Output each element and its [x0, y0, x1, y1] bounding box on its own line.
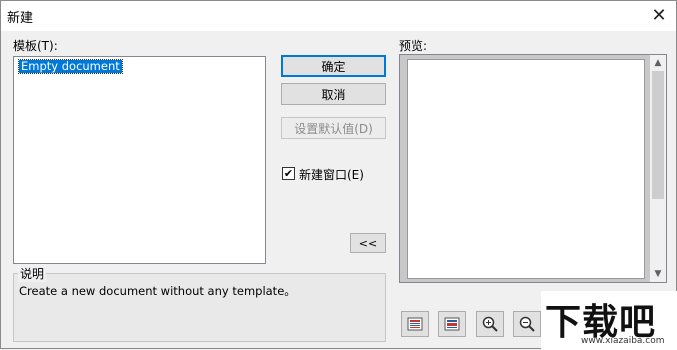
templates-label: 模板(T):	[13, 39, 58, 53]
title-bar: 新建 ✕	[1, 1, 676, 31]
preview-label: 预览:	[399, 39, 428, 53]
dialog-title: 新建	[7, 11, 34, 26]
ok-button[interactable]: 确定	[281, 55, 386, 77]
collapse-button[interactable]: <<	[350, 233, 386, 253]
scroll-down-icon[interactable]: ▼	[650, 266, 666, 282]
watermark-url: www.xiazaiba.com	[581, 336, 665, 346]
page-view-icon	[407, 317, 423, 331]
template-list[interactable]: Empty document	[13, 56, 266, 264]
zoom-out-icon	[519, 316, 535, 332]
zoom-out-button[interactable]	[513, 311, 541, 337]
new-window-label[interactable]: 新建窗口(E)	[299, 166, 364, 183]
zoom-in-icon	[482, 316, 498, 332]
cancel-button[interactable]: 取消	[281, 83, 386, 105]
list-item[interactable]: Empty document	[18, 59, 123, 74]
scroll-up-icon[interactable]: ▲	[650, 55, 666, 71]
description-title: 说明	[18, 265, 47, 282]
new-document-dialog: 新建 ✕ 模板(T): Empty document 确定 取消 设置默认值(D…	[0, 0, 677, 350]
zoom-in-button[interactable]	[476, 311, 504, 337]
close-icon[interactable]: ✕	[646, 3, 672, 27]
preview-pane: ▲ ▼	[399, 54, 667, 283]
scroll-thumb[interactable]	[652, 71, 664, 199]
page-view-button[interactable]	[401, 311, 429, 337]
preview-page	[407, 59, 645, 279]
checkmark-icon: ✔	[283, 167, 294, 180]
watermark: 下载吧 www.xiazaiba.com	[541, 291, 677, 350]
fit-width-button[interactable]	[438, 311, 466, 337]
set-default-button[interactable]: 设置默认值(D)	[281, 117, 386, 139]
preview-scrollbar[interactable]: ▲ ▼	[650, 55, 666, 282]
new-window-checkbox[interactable]: ✔	[282, 167, 295, 180]
fit-width-icon	[444, 317, 460, 331]
description-text: Create a new document without any templa…	[19, 284, 296, 298]
